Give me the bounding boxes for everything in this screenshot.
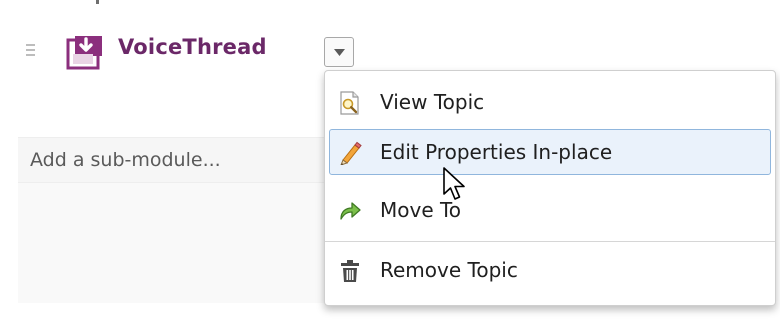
menu-item-label: Move To [380, 198, 462, 222]
drag-handle-icon[interactable] [26, 44, 38, 58]
menu-item-label: View Topic [380, 90, 485, 114]
topic-context-menu: View Topic Edit Properties In-place Move… [324, 70, 776, 306]
menu-divider [325, 241, 775, 242]
module-content-area [18, 183, 338, 303]
menu-item-label: Remove Topic [380, 258, 518, 282]
move-arrow-icon [338, 199, 362, 223]
add-sub-module-input[interactable]: Add a sub-module... [18, 137, 338, 183]
topic-context-menu-button[interactable] [324, 37, 354, 67]
topic-title-link[interactable]: VoiceThread [118, 35, 267, 59]
add-sub-module-placeholder: Add a sub-module... [30, 149, 221, 171]
pencil-icon [338, 141, 362, 166]
menu-item-edit-properties[interactable]: Edit Properties In-place [329, 129, 771, 175]
course-builder-stage: VoiceThread Add a sub-module... View Top… [0, 0, 780, 324]
menu-item-remove-topic[interactable]: Remove Topic [329, 247, 771, 293]
trash-icon [338, 259, 362, 283]
cropped-glyph [96, 0, 99, 4]
menu-item-move-to[interactable]: Move To [329, 187, 771, 233]
chevron-down-icon [334, 49, 345, 56]
menu-item-view-topic[interactable]: View Topic [329, 79, 771, 125]
menu-item-label: Edit Properties In-place [380, 140, 613, 164]
view-topic-icon [338, 91, 362, 115]
topic-import-icon [66, 34, 104, 70]
cropped-top-content [0, 0, 170, 22]
